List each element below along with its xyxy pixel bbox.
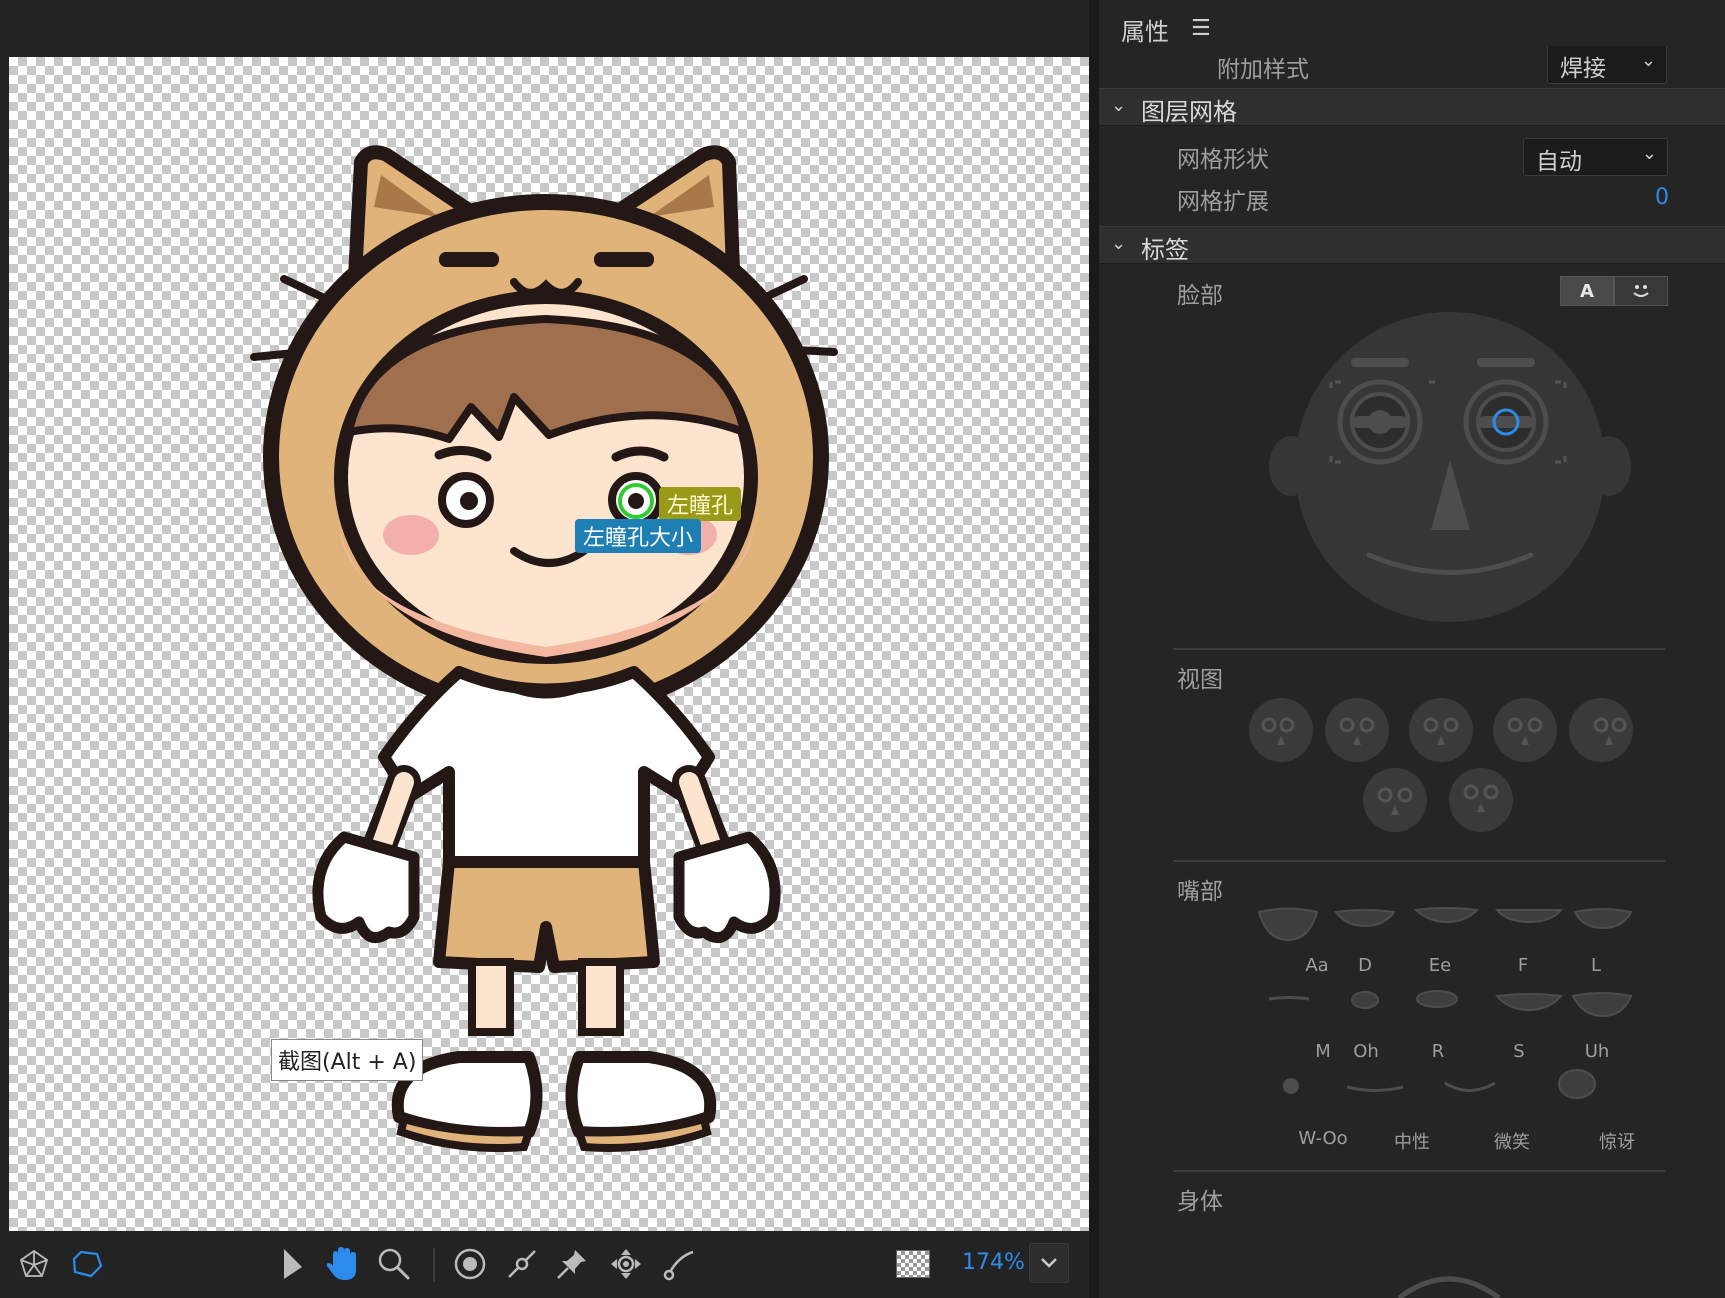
attach-style-dropdown[interactable]: 焊接 ⌄ (1547, 46, 1667, 84)
mouth-neutral[interactable]: 中性 (1377, 1128, 1447, 1154)
chevron-down-icon: ⌄ (1641, 143, 1657, 164)
panel-divider[interactable] (1089, 0, 1099, 1298)
zoom-icon[interactable] (374, 1244, 414, 1284)
menu-icon[interactable]: ☰ (1191, 16, 1211, 41)
section-title: 标签 (1141, 236, 1189, 264)
mouth-label: 嘴部 (1177, 879, 1223, 905)
face-view-toggle: A (1560, 276, 1668, 306)
move-handle-icon[interactable] (606, 1244, 646, 1284)
mouth-oh[interactable]: Oh (1331, 1041, 1401, 1062)
mouth-uh[interactable]: Uh (1562, 1041, 1632, 1062)
divider (1173, 860, 1665, 862)
app-window: 左瞳孔 左瞳孔大小 截图(Alt + A) 174% 属性 ☰ 附加样式 焊接 … (0, 0, 1725, 1298)
tag-left-pupil[interactable]: 左瞳孔 (659, 487, 742, 521)
smiley-icon (1633, 285, 1649, 297)
mesh-expand-value[interactable]: 0 (1655, 185, 1669, 210)
text-mode-button[interactable]: A (1560, 276, 1614, 306)
face-label: 脸部 (1177, 283, 1223, 309)
mouth-smile[interactable]: 微笑 (1477, 1128, 1547, 1154)
target-icon[interactable] (450, 1244, 490, 1284)
zoom-level[interactable]: 174% (962, 1250, 1025, 1275)
attach-style-value: 焊接 (1560, 56, 1606, 82)
toolbar-separator (433, 1248, 435, 1282)
stage-topbar (0, 0, 1089, 56)
view-thumbnails[interactable] (1239, 690, 1659, 840)
checker-icon[interactable] (896, 1250, 930, 1278)
body-label: 身体 (1177, 1189, 1223, 1215)
view-label: 视图 (1177, 667, 1223, 693)
stage-area: 左瞳孔 左瞳孔大小 截图(Alt + A) 174% (0, 0, 1090, 1298)
select-arrow-icon[interactable] (271, 1244, 311, 1284)
divider (1173, 648, 1665, 650)
section-title: 图层网格 (1141, 98, 1237, 126)
mouth-f[interactable]: F (1488, 955, 1558, 976)
mouth-w-oo[interactable]: W-Oo (1288, 1128, 1358, 1149)
mouth-s[interactable]: S (1484, 1041, 1554, 1062)
smiley-mode-button[interactable] (1614, 276, 1668, 306)
divider (1173, 1170, 1665, 1172)
caret-down-icon: ⌄ (1111, 233, 1127, 254)
mouth-d[interactable]: D (1330, 955, 1400, 976)
mesh-shape-label: 网格形状 (1177, 147, 1269, 173)
panel-title: 属性 (1121, 18, 1169, 46)
mesh-shape-value: 自动 (1536, 149, 1582, 175)
section-layer-mesh[interactable]: ⌄ 图层网格 (1099, 88, 1725, 126)
mouth-surprised[interactable]: 惊讶 (1582, 1128, 1652, 1154)
caret-down-icon: ⌄ (1111, 95, 1127, 116)
mesh-expand-label: 网格扩展 (1177, 189, 1269, 215)
pushpin-icon[interactable] (552, 1244, 592, 1284)
pin-line-icon[interactable] (502, 1244, 542, 1284)
face-tag-diagram[interactable] (1259, 310, 1639, 630)
body-figure-head[interactable] (1389, 1270, 1509, 1298)
hand-icon[interactable] (322, 1244, 362, 1284)
mouth-ee[interactable]: Ee (1405, 955, 1475, 976)
stage-canvas[interactable]: 左瞳孔 左瞳孔大小 截图(Alt + A) (9, 57, 1090, 1231)
attach-style-label: 附加样式 (1217, 57, 1309, 83)
screenshot-tooltip: 截图(Alt + A) (271, 1039, 424, 1081)
section-tags[interactable]: ⌄ 标签 (1099, 226, 1725, 264)
zoom-dropdown-button[interactable] (1029, 1243, 1069, 1283)
tag-left-pupil-size[interactable]: 左瞳孔大小 (575, 519, 702, 553)
stick-tool-icon[interactable] (660, 1244, 700, 1284)
properties-panel: 属性 ☰ 附加样式 焊接 ⌄ ⌄ 图层网格 网格形状 自动 ⌄ 网格扩展 0 ⌄… (1099, 0, 1725, 1298)
hexagon-icon[interactable] (67, 1244, 107, 1284)
character-artwork[interactable] (9, 57, 1090, 1231)
mesh-icon[interactable] (14, 1244, 54, 1284)
mesh-shape-dropdown[interactable]: 自动 ⌄ (1523, 138, 1668, 176)
chevron-down-icon (1041, 1258, 1057, 1268)
mouth-shapes[interactable] (1239, 900, 1659, 1115)
mouth-r[interactable]: R (1403, 1041, 1473, 1062)
chevron-down-icon: ⌄ (1640, 50, 1656, 71)
mouth-l[interactable]: L (1561, 955, 1631, 976)
